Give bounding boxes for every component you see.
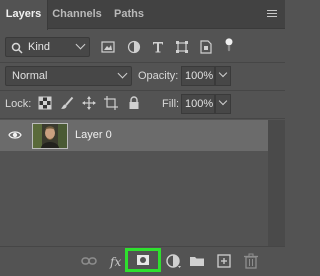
new-layer-icon[interactable]	[216, 253, 232, 269]
lock-image-pixels-icon[interactable]	[60, 96, 74, 110]
eye-icon[interactable]	[8, 129, 22, 141]
layer-thumbnail[interactable]	[32, 123, 68, 149]
link-layers-icon[interactable]	[81, 253, 97, 269]
opacity-label: Opacity:	[138, 70, 179, 82]
fx-icon[interactable]: fx	[110, 255, 121, 269]
lock-artboard-icon[interactable]	[104, 96, 118, 110]
divider	[0, 62, 285, 63]
adjustment-filter-icon[interactable]	[127, 40, 141, 54]
layer-row[interactable]: Layer 0	[0, 120, 268, 151]
type-filter-icon[interactable]	[151, 40, 165, 54]
lock-transparent-pixels-icon[interactable]	[38, 96, 52, 110]
tab-channels[interactable]: Channels	[48, 0, 106, 29]
chevron-down-icon	[117, 68, 128, 79]
blend-mode-dropdown[interactable]: Normal	[5, 66, 132, 86]
fill-input[interactable]: 100%	[181, 94, 215, 114]
add-mask-button[interactable]	[125, 248, 161, 272]
lock-label: Lock:	[5, 98, 32, 110]
chevron-down-icon	[75, 39, 86, 50]
tab-paths[interactable]: Paths	[110, 0, 148, 29]
lock-position-icon[interactable]	[82, 96, 96, 110]
group-folder-icon[interactable]	[189, 253, 205, 269]
layer-name[interactable]: Layer 0	[75, 129, 112, 141]
opacity-slider-toggle[interactable]	[215, 66, 231, 86]
fill-slider-toggle[interactable]	[215, 94, 231, 114]
layers-scrollbar[interactable]	[268, 120, 285, 246]
panel-tab-bar: Layers Channels Paths	[0, 0, 285, 30]
smart-object-filter-icon[interactable]	[199, 40, 213, 54]
chevron-down-icon	[218, 96, 228, 106]
filter-toggle-icon[interactable]	[222, 38, 236, 52]
shape-filter-icon[interactable]	[175, 40, 189, 54]
filter-kind-label: Kind	[28, 41, 51, 53]
layer-thumbnail-image	[33, 124, 67, 148]
divider	[0, 118, 285, 119]
add-mask-icon	[137, 255, 149, 265]
divider	[0, 90, 285, 91]
search-icon	[11, 42, 23, 54]
lock-all-icon[interactable]	[127, 96, 141, 110]
panel-menu-icon[interactable]	[267, 10, 277, 18]
trash-icon[interactable]	[243, 253, 259, 269]
adjustment-layer-icon[interactable]	[165, 253, 181, 269]
fill-label: Fill:	[162, 98, 180, 110]
pixel-filter-icon[interactable]	[101, 40, 115, 54]
filter-kind-dropdown[interactable]: Kind	[5, 37, 90, 57]
opacity-input[interactable]: 100%	[181, 66, 215, 86]
tab-layers[interactable]: Layers	[0, 0, 48, 30]
blend-mode-label: Normal	[12, 70, 48, 82]
chevron-down-icon	[218, 68, 228, 78]
